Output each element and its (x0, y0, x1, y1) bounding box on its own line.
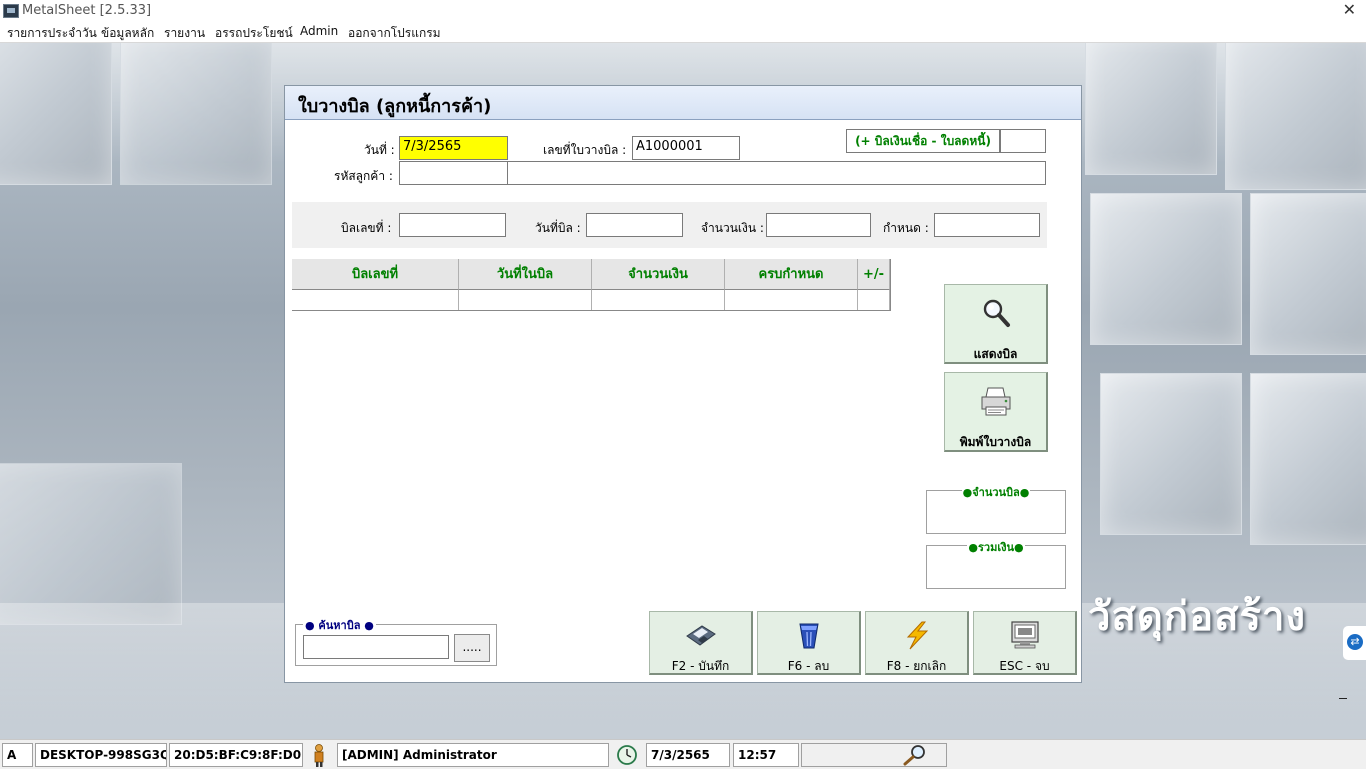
trash-bin-icon (799, 623, 819, 649)
date-field[interactable]: 7/3/2565 (399, 136, 508, 160)
filter-bill-date-label: วันที่บิล : (535, 221, 581, 235)
total-amount-label: ●รวมเงิน● (967, 541, 1025, 554)
status-bar: A DESKTOP-998SG3Q 20:D5:BF:C9:8F:D0 [ADM… (0, 739, 1366, 769)
dialog-header: ใบวางบิล (ลูกหนี้การค้า) (285, 86, 1081, 120)
status-computer: DESKTOP-998SG3Q (35, 743, 167, 767)
filter-bill-no-label: บิลเลขที่ : (341, 221, 392, 235)
floppy-disk-icon (686, 625, 716, 646)
grid-cell[interactable] (725, 290, 858, 310)
grid-cell[interactable] (292, 290, 459, 310)
save-label: F2 - บันทึก (671, 659, 730, 673)
delete-button[interactable]: F6 - ลบ (757, 611, 861, 675)
grid-header-bill-no[interactable]: บิลเลขที่ (292, 259, 459, 290)
bg-tile (1250, 373, 1366, 545)
customer-code-label: รหัสลูกค้า : (334, 169, 393, 183)
bill-number-field[interactable]: A1000001 (632, 136, 740, 160)
dialog-title: ใบวางบิล (ลูกหนี้การค้า) (298, 96, 492, 117)
print-bill-label: พิมพ์ใบวางบิล (959, 435, 1032, 449)
cancel-label: F8 - ยกเลิก (886, 659, 947, 673)
grid-header-amount[interactable]: จำนวนเงิน (592, 259, 725, 290)
bg-tile (120, 43, 272, 185)
bill-search-title: ● ค้นหาบิล ● (303, 616, 376, 634)
billing-dialog: ใบวางบิล (ลูกหนี้การค้า) วันที่ : 7/3/25… (284, 85, 1082, 683)
menu-exit[interactable]: ออกจากโปรแกรม (348, 24, 441, 43)
menu-admin[interactable]: Admin (300, 24, 338, 38)
menu-daily[interactable]: รายการประจำวัน (7, 24, 97, 43)
bill-search-browse-button[interactable]: ..... (454, 634, 490, 662)
clock-icon (617, 745, 637, 765)
grid-cell[interactable] (858, 290, 890, 310)
show-bills-button[interactable]: แสดงบิล (944, 284, 1048, 364)
menu-utilities[interactable]: อรรถประโยชน์ (215, 24, 293, 43)
exit-label: ESC - จบ (999, 659, 1050, 673)
status-date: 7/3/2565 (646, 743, 730, 767)
bg-tile (0, 463, 182, 625)
credit-note-label: (+ บิลเงินเชื่อ - ใบลดหนี้) (846, 129, 1000, 153)
filter-amount-field[interactable] (766, 213, 871, 237)
bg-tile (1225, 43, 1366, 190)
person-icon (314, 744, 324, 767)
close-window-icon[interactable]: ✕ (1343, 0, 1356, 19)
filter-bill-no-field[interactable] (399, 213, 506, 237)
menu-reports[interactable]: รายงาน (164, 24, 205, 43)
credit-note-field[interactable] (1000, 129, 1046, 153)
grid-header-plus-minus[interactable]: +/- (858, 259, 890, 290)
delete-label: F6 - ลบ (787, 659, 830, 673)
status-mac: 20:D5:BF:C9:8F:D0 (169, 743, 303, 767)
status-time: 12:57 (733, 743, 799, 767)
bg-tile (1100, 373, 1242, 535)
bill-count-label: ●จำนวนบิล● (961, 486, 1031, 499)
magnifier-icon (983, 299, 1010, 327)
bill-grid[interactable]: บิลเลขที่ วันที่ในบิล จำนวนเงิน ครบกำหนด… (292, 259, 891, 311)
print-bill-button[interactable]: พิมพ์ใบวางบิล (944, 372, 1048, 452)
filter-due-label: กำหนด : (883, 221, 929, 235)
date-label: วันที่ : (364, 143, 395, 157)
exit-button[interactable]: ESC - จบ (973, 611, 1077, 675)
grid-cell[interactable] (459, 290, 592, 310)
bg-tile (1085, 43, 1217, 175)
watermark-text: วัสดุก่อสร้าง (1088, 594, 1306, 640)
lightning-icon (906, 621, 929, 650)
cancel-button[interactable]: F8 - ยกเลิก (865, 611, 969, 675)
teamviewer-icon[interactable] (1343, 626, 1366, 660)
bill-count-box: ●จำนวนบิล● (926, 486, 1066, 534)
bg-tile (1250, 193, 1366, 355)
app-icon (3, 4, 19, 18)
monitor-icon (1011, 621, 1039, 649)
window-titlebar: MetalSheet [2.5.33] ✕ (0, 0, 1366, 22)
desktop-dash (1339, 698, 1347, 699)
bill-search-input[interactable] (303, 635, 449, 659)
filter-bill-date-field[interactable] (586, 213, 683, 237)
status-mode: A (2, 743, 33, 767)
status-user: [ADMIN] Administrator (337, 743, 609, 767)
filter-due-field[interactable] (934, 213, 1040, 237)
grid-header-bill-date[interactable]: วันที่ในบิล (459, 259, 592, 290)
grid-header-due[interactable]: ครบกำหนด (725, 259, 858, 290)
bill-number-label: เลขที่ใบวางบิล : (543, 143, 627, 157)
bg-tile (1090, 193, 1242, 345)
customer-name-field[interactable] (507, 161, 1046, 185)
menu-master[interactable]: ข้อมูลหลัก (101, 24, 154, 43)
save-button[interactable]: F2 - บันทึก (649, 611, 753, 675)
window-title: MetalSheet [2.5.33] (22, 3, 152, 18)
bg-tile (0, 43, 112, 185)
menu-bar: รายการประจำวัน ข้อมูลหลัก รายงาน อรรถประ… (0, 22, 1366, 43)
total-amount-box: ●รวมเงิน● (926, 541, 1066, 589)
printer-icon (981, 387, 1011, 416)
filter-amount-label: จำนวนเงิน : (701, 221, 764, 235)
show-bills-label: แสดงบิล (973, 347, 1018, 361)
customer-code-field[interactable] (399, 161, 508, 185)
bill-search-group: ● ค้นหาบิล ● ..... (295, 616, 497, 666)
magnifier-icon[interactable] (900, 743, 930, 767)
grid-cell[interactable] (592, 290, 725, 310)
